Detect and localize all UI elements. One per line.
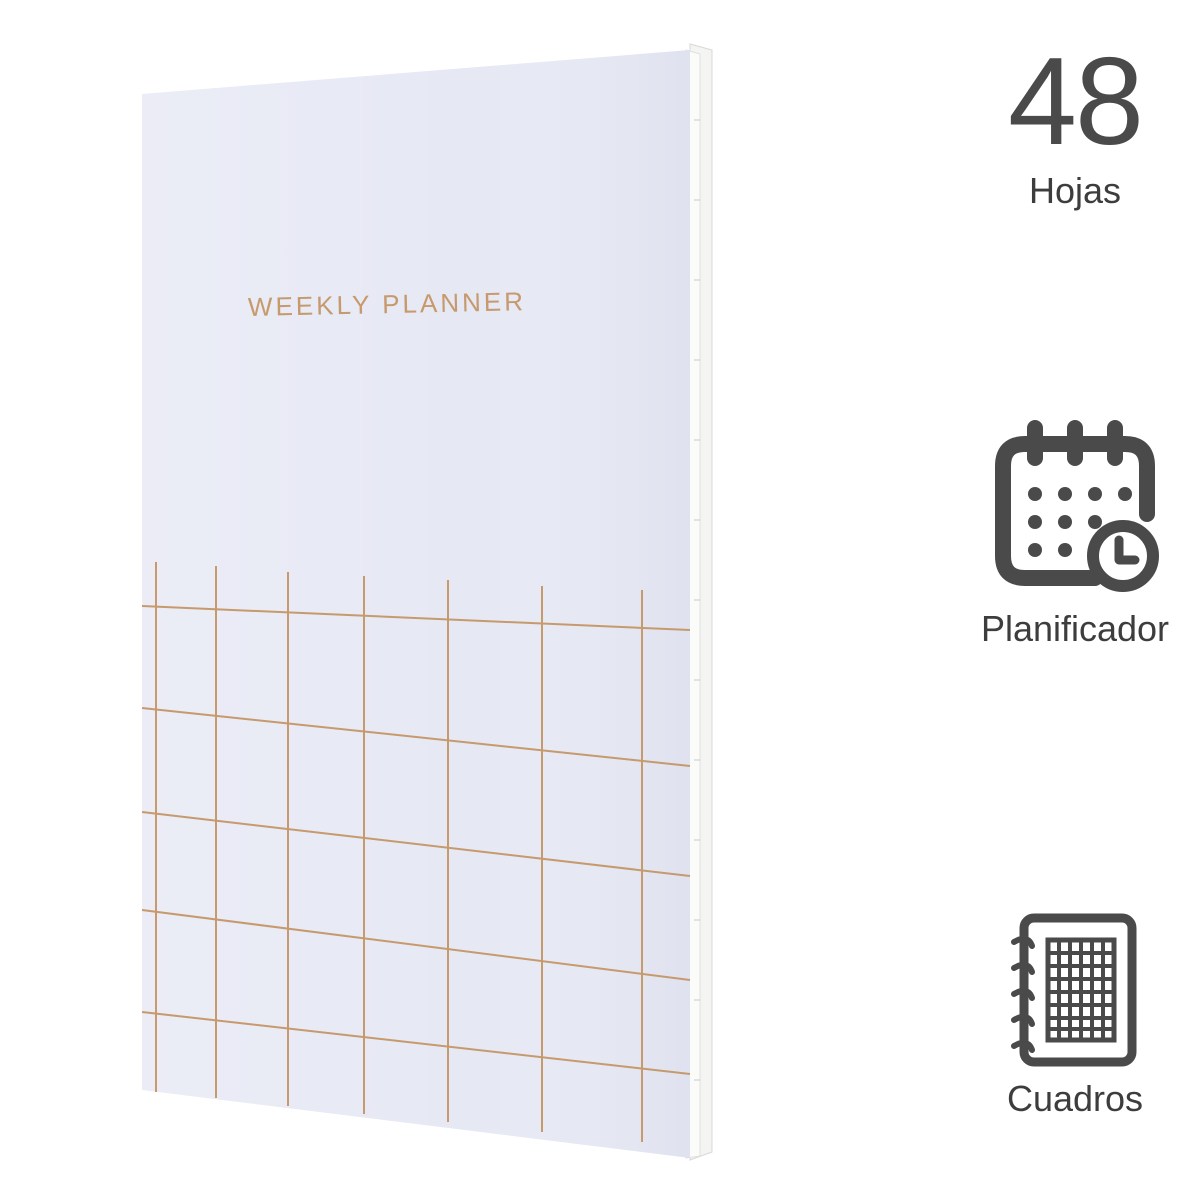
notebook-illustration [141,43,713,1161]
sheets-count: 48 [1008,33,1144,171]
feature-sheets: 48 Hojas [950,40,1200,212]
cover-title: WEEKLY PLANNER [247,286,527,322]
sheets-label: Hojas [1028,170,1122,211]
grid-label: Cuadros [1006,1078,1144,1119]
product-image-page: WEEKLY PLANNER 48 Hojas Planificador Cua… [0,0,1200,1200]
feature-planner: Planificador [950,418,1200,650]
planner-label: Planificador [980,608,1170,649]
calendar-clock-icon [995,420,1159,592]
feature-grid: Cuadros [950,912,1200,1120]
notebook-image: WEEKLY PLANNER [0,0,760,1200]
grid-notebook-icon [1011,913,1137,1067]
